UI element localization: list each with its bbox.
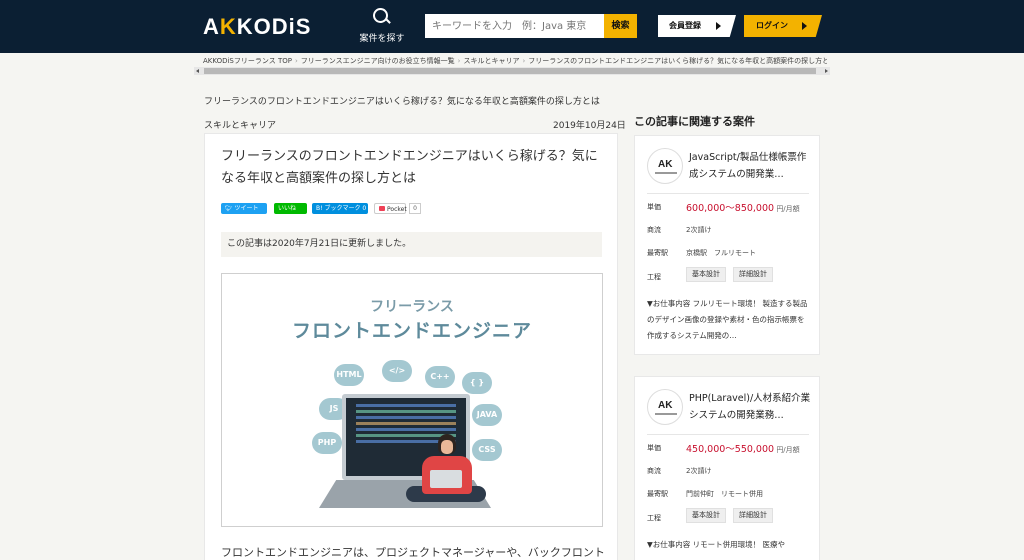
pocket-icon <box>379 206 385 211</box>
divider <box>647 434 809 435</box>
process-tag: 基本設計 <box>686 267 726 282</box>
scroll-left-icon[interactable] <box>196 69 199 73</box>
hatena-label: ブックマーク <box>324 205 361 212</box>
article-card: フリーランスのフロントエンドエンジニアはいくら稼げる？気になる年収と高額案件の探… <box>204 133 618 560</box>
price-label: 単価 <box>647 444 661 452</box>
flow-value: 2次請け <box>686 467 712 475</box>
process-label: 工程 <box>647 514 661 522</box>
job-description: ▼お仕事内容 フルリモート環境！ 製造する製品のデザイン画像の登録や素材・色の指… <box>647 299 808 340</box>
java-bubble: JAVA <box>472 404 502 426</box>
price-label: 単価 <box>647 203 661 211</box>
person-face-illustration <box>441 440 453 454</box>
flow-value: 2次請け <box>686 226 712 234</box>
tweet-label: ツイート <box>234 205 259 212</box>
hatena-count: 0 <box>362 205 367 212</box>
line-like-button[interactable]: いいね <box>274 203 307 214</box>
price-value: 450,000～550,000 円/月額 <box>686 441 800 455</box>
price-amount: 600,000～850,000 <box>686 203 775 214</box>
company-logo-icon: AK <box>647 148 683 184</box>
article-body-text: フロントエンドエンジニアは、プロジェクトマネージャーや、バックフロントエンジ <box>221 546 605 559</box>
breadcrumb-item: フリーランスのフロントエンドエンジニアはいくら稼げる？気になる年収と高額案件の探… <box>528 57 827 65</box>
job-title[interactable]: PHP(Laravel)/人材系紹介業システムの開発業務… <box>689 390 811 424</box>
pocket-button[interactable]: Pocket <box>374 203 407 214</box>
chevron-right-icon: › <box>294 57 298 65</box>
pocket-count: 0 <box>409 203 421 214</box>
breadcrumb-item[interactable]: フリーランスエンジニア向けのお役立ち情報一覧 <box>301 57 455 65</box>
akkodis-logo[interactable]: AKKODiS <box>203 14 311 40</box>
price-amount: 450,000～550,000 <box>686 444 775 455</box>
register-button[interactable]: 会員登録 <box>658 15 736 37</box>
html-bubble: HTML <box>334 364 364 386</box>
process-tag: 詳細設計 <box>733 508 773 523</box>
process-tag: 詳細設計 <box>733 267 773 282</box>
twitter-bird-icon: 🐦︎ <box>225 205 233 212</box>
updated-notice: この記事は2020年7月21日に更新しました。 <box>221 232 602 257</box>
price-value: 600,000～850,000 円/月額 <box>686 200 800 214</box>
publish-date: 2019年10月24日 <box>553 121 626 131</box>
breadcrumb: AKKODiSフリーランス TOP › フリーランスエンジニア向けのお役立ち情報一覧… <box>203 56 827 66</box>
arrow-right-icon <box>802 22 807 30</box>
braces-bubble: { } <box>462 372 492 394</box>
tweet-button[interactable]: 🐦︎ ツイート <box>221 203 267 214</box>
scrollbar-thumb[interactable] <box>204 68 816 74</box>
station-label: 最寄駅 <box>647 490 668 498</box>
process-tags: 基本設計 詳細設計 <box>686 267 806 283</box>
price-unit: 円/月額 <box>776 446 800 454</box>
scroll-right-icon[interactable] <box>825 69 828 73</box>
price-unit: 円/月額 <box>776 205 800 213</box>
page-heading: フリーランスのフロントエンドエンジニアはいくら稼げる？気になる年収と高額案件の探… <box>204 97 600 107</box>
job-card[interactable]: AK PHP(Laravel)/人材系紹介業システムの開発業務… 単価 450,… <box>634 376 820 560</box>
register-label: 会員登録 <box>669 21 701 30</box>
hero-title-line2: フロントエンドエンジニア <box>291 320 532 342</box>
flow-label: 商流 <box>647 226 661 234</box>
hero-illustration: フリーランス フロントエンドエンジニア HTML </> C++ { } JS … <box>221 273 603 527</box>
hero-title-line1: フリーランス <box>370 299 454 315</box>
process-label: 工程 <box>647 273 661 281</box>
php-bubble: PHP <box>312 432 342 454</box>
search-jobs-nav[interactable]: 案件を探す <box>356 6 408 44</box>
chevron-right-icon: › <box>522 57 526 65</box>
hatena-icon: B! <box>316 205 323 212</box>
cpp-bubble: C++ <box>425 366 455 388</box>
search-button[interactable]: 検索 <box>604 14 637 38</box>
company-logo-icon: AK <box>647 389 683 425</box>
code-bubble: </> <box>382 360 412 382</box>
flow-label: 商流 <box>647 467 661 475</box>
person-laptop-illustration <box>430 470 462 488</box>
job-description: ▼お仕事内容 リモート併用環境！ 医療や <box>647 540 786 549</box>
related-jobs-heading: この記事に関連する案件 <box>634 115 755 128</box>
search-jobs-label: 案件を探す <box>359 34 405 44</box>
process-tag: 基本設計 <box>686 508 726 523</box>
hatena-bookmark-button[interactable]: B! ブックマーク 0 <box>312 203 368 214</box>
login-label: ログイン <box>756 21 788 30</box>
login-button[interactable]: ログイン <box>744 15 822 37</box>
breadcrumb-item[interactable]: スキルとキャリア <box>463 57 519 65</box>
divider <box>647 193 809 194</box>
process-tags: 基本設計 詳細設計 <box>686 508 806 524</box>
job-title[interactable]: JavaScript/製品仕様帳票作成システムの開発業… <box>689 149 811 183</box>
station-value: 京橋駅 フルリモート <box>686 249 756 257</box>
horizontal-scrollbar[interactable] <box>194 67 830 75</box>
station-label: 最寄駅 <box>647 249 668 257</box>
job-card[interactable]: AK JavaScript/製品仕様帳票作成システムの開発業… 単価 600,0… <box>634 135 820 355</box>
breadcrumb-item[interactable]: AKKODiSフリーランス TOP <box>203 57 292 65</box>
site-header: AKKODiS 案件を探す 検索 会員登録 ログイン <box>0 0 1024 53</box>
pocket-label: Pocket <box>387 206 407 213</box>
search-icon <box>373 8 391 28</box>
station-value: 門前仲町 リモート併用 <box>686 490 763 498</box>
article-title: フリーランスのフロントエンドエンジニアはいくら稼げる？気になる年収と高額案件の探… <box>221 149 598 186</box>
category-label[interactable]: スキルとキャリア <box>204 118 276 131</box>
css-bubble: CSS <box>472 439 502 461</box>
keyword-search-input[interactable] <box>425 14 604 38</box>
like-label: いいね <box>278 205 297 212</box>
arrow-right-icon <box>716 22 721 30</box>
